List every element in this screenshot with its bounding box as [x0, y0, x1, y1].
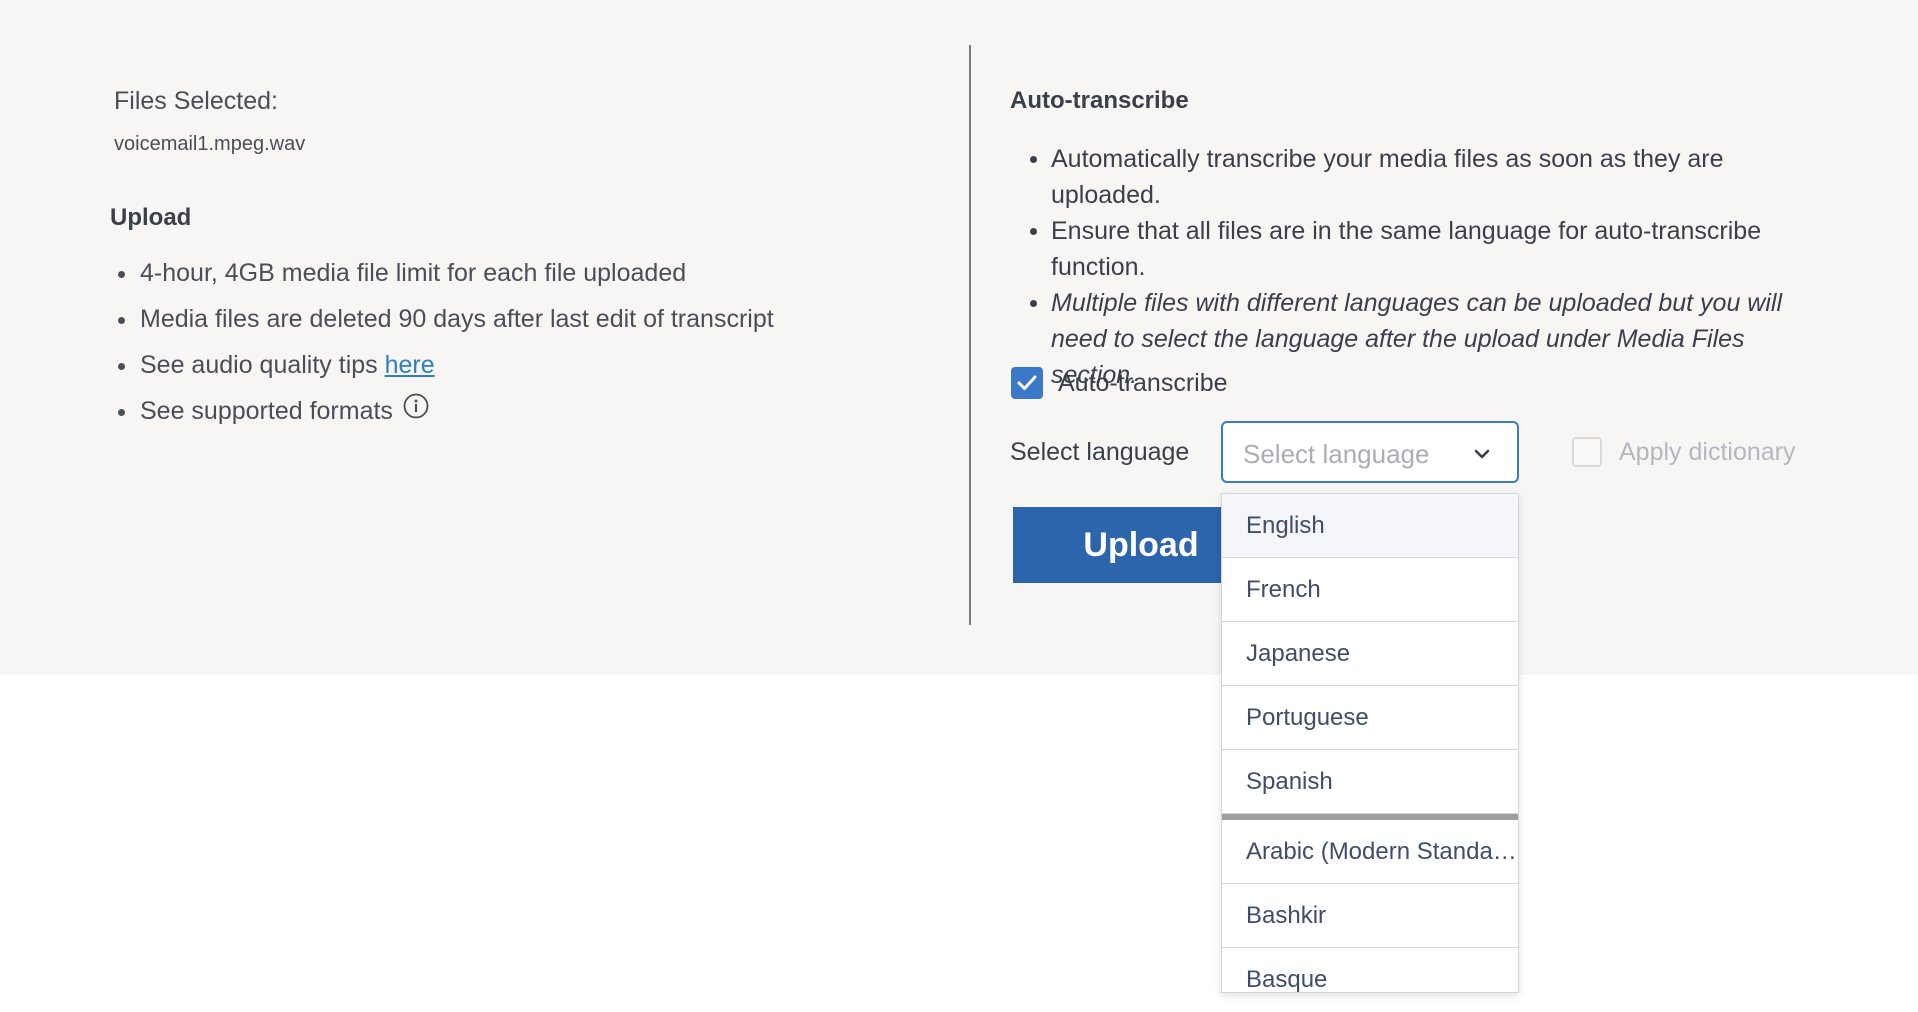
language-option-arabic[interactable]: Arabic (Modern Standard) — [1222, 820, 1518, 884]
supported-formats-text: See supported formats — [140, 397, 393, 425]
apply-dictionary-checkbox[interactable] — [1572, 437, 1602, 467]
selected-file-name: voicemail1.mpeg.wav — [114, 133, 306, 155]
language-option-french[interactable]: French — [1222, 558, 1518, 622]
select-language-label: Select language — [1010, 438, 1190, 466]
upload-info-item: 4-hour, 4GB media file limit for each fi… — [117, 257, 937, 303]
chevron-down-icon — [1473, 447, 1491, 465]
upload-info-item: Media files are deleted 90 days after la… — [117, 303, 937, 349]
checkmark-icon — [1017, 375, 1037, 390]
upload-info-list: 4-hour, 4GB media file limit for each fi… — [117, 257, 937, 441]
auto-transcribe-info-item: Automatically transcribe your media file… — [1026, 141, 1826, 213]
upload-section-title: Upload — [110, 204, 192, 231]
language-option-english[interactable]: English — [1222, 494, 1518, 558]
language-dropdown-list[interactable]: English French Japanese Portuguese Spani… — [1221, 493, 1519, 993]
language-option-bashkir[interactable]: Bashkir — [1222, 884, 1518, 948]
auto-transcribe-info-list: Automatically transcribe your media file… — [1026, 141, 1826, 393]
language-select-placeholder: Select language — [1243, 439, 1430, 469]
audio-tips-link[interactable]: here — [385, 351, 435, 379]
apply-dictionary-label[interactable]: Apply dictionary — [1619, 438, 1795, 467]
language-option-japanese[interactable]: Japanese — [1222, 622, 1518, 686]
language-select[interactable]: Select language — [1221, 421, 1519, 483]
upload-info-item: See supported formats — [117, 393, 937, 441]
audio-tips-text: See audio quality tips — [140, 351, 385, 379]
upload-info-item: See audio quality tips here — [117, 349, 937, 395]
column-divider — [969, 45, 971, 625]
language-option-portuguese[interactable]: Portuguese — [1222, 686, 1518, 750]
auto-transcribe-title: Auto-transcribe — [1010, 87, 1189, 114]
auto-transcribe-checkbox[interactable] — [1011, 367, 1043, 399]
language-option-spanish[interactable]: Spanish — [1222, 750, 1518, 814]
files-selected-title: Files Selected: — [114, 87, 278, 115]
auto-transcribe-info-item: Ensure that all files are in the same la… — [1026, 213, 1826, 285]
language-option-basque[interactable]: Basque — [1222, 948, 1518, 992]
auto-transcribe-checkbox-label[interactable]: Auto-transcribe — [1058, 367, 1228, 399]
info-icon[interactable] — [403, 393, 429, 427]
